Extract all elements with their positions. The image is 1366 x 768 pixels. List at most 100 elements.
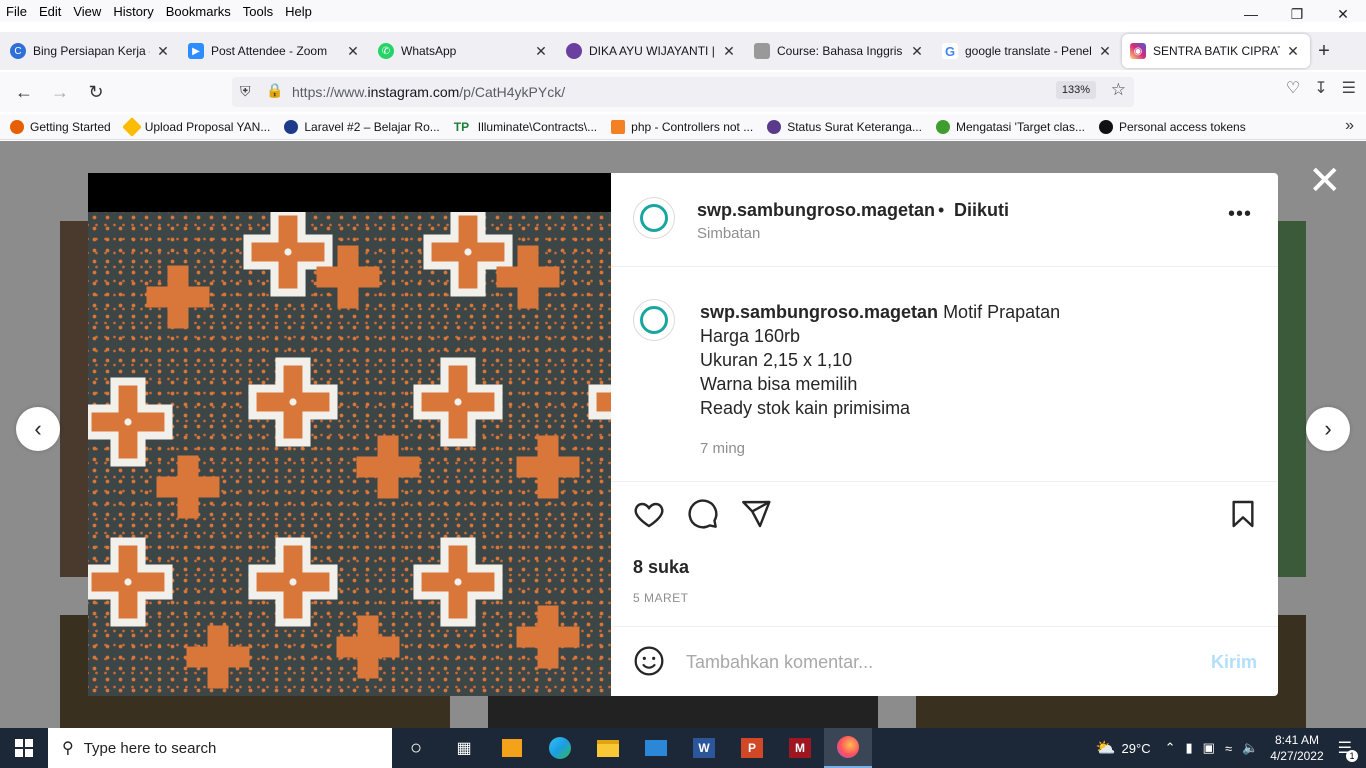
more-options-icon[interactable]: ••• — [1228, 203, 1252, 226]
menu-edit[interactable]: Edit — [33, 4, 67, 19]
post-photo[interactable] — [88, 173, 611, 696]
emoji-icon[interactable] — [633, 645, 665, 677]
divider — [611, 481, 1278, 482]
firefox-taskbar-icon[interactable] — [824, 728, 872, 768]
menu-tools[interactable]: Tools — [237, 4, 279, 19]
volume-icon[interactable]: 🔈 — [1242, 740, 1258, 756]
task-view-icon[interactable]: ▦ — [440, 728, 488, 768]
post-location[interactable]: Simbatan — [697, 225, 760, 242]
hamburger-menu-icon[interactable]: ☰ — [1342, 78, 1356, 98]
bookmarks-overflow-icon[interactable]: » — [1345, 117, 1354, 135]
like-heart-icon[interactable] — [633, 498, 665, 530]
next-post-button[interactable]: › — [1306, 407, 1350, 451]
meet-now-icon[interactable]: ▣ — [1203, 740, 1215, 756]
bookmark-status-surat[interactable]: Status Surat Keteranga... — [767, 119, 922, 134]
bookmark-star-icon[interactable]: ☆ — [1111, 80, 1126, 100]
close-window-icon[interactable]: ✕ — [1320, 0, 1366, 28]
close-tab-icon[interactable]: ✕ — [1096, 43, 1114, 60]
caption-line: Harga 160rb — [700, 326, 801, 346]
search-placeholder: Type here to search — [83, 739, 217, 757]
windows-start-icon[interactable] — [0, 728, 48, 768]
close-tab-icon[interactable]: ✕ — [720, 43, 738, 60]
bookmark-personal-tokens[interactable]: Personal access tokens — [1099, 119, 1246, 134]
leaf-icon — [935, 119, 950, 134]
batik-cross-motif — [248, 357, 338, 447]
send-comment-button[interactable]: Kirim — [1211, 652, 1257, 673]
close-tab-icon[interactable]: ✕ — [344, 43, 362, 60]
shield-icon[interactable]: ⛨ — [240, 83, 251, 100]
bookmark-upload-proposal[interactable]: Upload Proposal YAN... — [121, 116, 270, 137]
url-text[interactable]: https://www.instagram.com/p/CatH4ykPYck/ — [292, 84, 565, 100]
forward-icon[interactable]: → — [42, 76, 78, 108]
minimize-icon[interactable]: — — [1228, 0, 1274, 28]
close-tab-icon[interactable]: ✕ — [154, 43, 172, 60]
close-tab-icon[interactable]: ✕ — [908, 43, 926, 60]
save-bookmark-icon[interactable] — [1227, 498, 1259, 530]
avatar[interactable] — [633, 197, 675, 239]
github-icon — [1099, 119, 1113, 134]
close-dialog-icon[interactable]: ✕ — [1308, 161, 1342, 201]
menu-file[interactable]: File — [0, 4, 33, 19]
cortana-icon[interactable]: ○ — [392, 728, 440, 768]
store-icon[interactable] — [488, 728, 536, 768]
like-count[interactable]: 8 suka — [633, 557, 689, 578]
mendeley-icon[interactable]: M — [776, 728, 824, 768]
weather-icon[interactable]: ⛅ — [1096, 738, 1116, 758]
url-bar[interactable]: ⛨ 🔒 https://www.instagram.com/p/CatH4ykP… — [232, 77, 1134, 107]
file-explorer-icon[interactable] — [584, 728, 632, 768]
notification-icon[interactable]: ☰ 1 — [1338, 738, 1358, 762]
tab-course[interactable]: Course: Bahasa Inggris Pe ✕ — [746, 33, 934, 69]
post-time-ago[interactable]: 7 ming — [700, 440, 745, 457]
zoom-level[interactable]: 133% — [1055, 81, 1096, 99]
edge-icon[interactable] — [536, 728, 584, 768]
stackoverflow-icon — [611, 119, 626, 134]
temperature[interactable]: 29°C — [1122, 741, 1151, 756]
tab-dika[interactable]: DIKA AYU WIJAYANTI | Sp ✕ — [558, 33, 746, 69]
comment-input[interactable]: Tambahkan komentar... — [686, 652, 873, 673]
tab-google[interactable]: G google translate - Penelu ✕ — [934, 33, 1122, 69]
comment-icon[interactable] — [687, 498, 719, 530]
caption-username[interactable]: swp.sambungroso.magetan — [700, 302, 938, 322]
word-icon[interactable]: W — [680, 728, 728, 768]
close-tab-icon[interactable]: ✕ — [532, 43, 550, 60]
bookmark-mengatasi[interactable]: Mengatasi 'Target clas... — [935, 119, 1085, 134]
post-username[interactable]: swp.sambungroso.magetan — [697, 200, 935, 221]
menu-help[interactable]: Help — [279, 4, 318, 19]
tab-instagram[interactable]: ◉ SENTRA BATIK CIPRAT ✕ — [1122, 34, 1310, 68]
lock-icon[interactable]: 🔒 — [266, 82, 283, 99]
tab-zoom[interactable]: ▶ Post Attendee - Zoom ✕ — [180, 33, 370, 69]
previous-post-button[interactable]: ‹ — [16, 407, 60, 451]
taskbar-search[interactable]: ⚲ Type here to search — [48, 728, 392, 768]
chevron-up-icon[interactable]: ⌃ — [1165, 740, 1176, 756]
menu-bar: File Edit View History Bookmarks Tools H… — [0, 0, 1366, 22]
reload-icon[interactable]: ↻ — [78, 76, 114, 108]
bookmark-php[interactable]: php - Controllers not ... — [611, 119, 753, 134]
restore-icon[interactable]: ❐ — [1274, 0, 1320, 28]
close-tab-icon[interactable]: ✕ — [1284, 43, 1302, 60]
laravel-icon — [284, 119, 299, 134]
pocket-icon[interactable]: ♡ — [1286, 78, 1300, 98]
tab-whatsapp[interactable]: ✆ WhatsApp ✕ — [370, 33, 558, 69]
whatsapp-icon: ✆ — [378, 43, 394, 59]
battery-icon[interactable]: ▮ — [1185, 740, 1192, 756]
back-icon[interactable]: ← — [6, 76, 42, 108]
tab-bing[interactable]: C Bing Persiapan Kerja - Pré ✕ — [2, 33, 180, 69]
bookmark-illuminate[interactable]: TP Illuminate\Contracts\... — [454, 120, 597, 134]
menu-bookmarks[interactable]: Bookmarks — [160, 4, 237, 19]
bookmark-laravel[interactable]: Laravel #2 – Belajar Ro... — [284, 119, 440, 134]
menu-history[interactable]: History — [107, 4, 159, 19]
mail-icon[interactable] — [632, 728, 680, 768]
follow-status-button[interactable]: Diikuti — [954, 200, 1009, 221]
powerpoint-icon[interactable]: P — [728, 728, 776, 768]
clock-date: 4/27/2022 — [1270, 749, 1324, 763]
menu-view[interactable]: View — [67, 4, 107, 19]
clock[interactable]: 8:41 AM 4/27/2022 — [1270, 732, 1323, 764]
wifi-icon[interactable]: ≈ — [1225, 741, 1232, 756]
download-icon[interactable]: ↧ — [1314, 78, 1327, 98]
divider — [611, 626, 1278, 627]
bookmark-getting-started[interactable]: Getting Started — [10, 119, 111, 134]
new-tab-icon[interactable]: + — [1310, 40, 1338, 63]
batik-cross-motif — [413, 537, 503, 627]
share-paper-plane-icon[interactable] — [740, 498, 772, 530]
caption-avatar[interactable] — [633, 299, 675, 341]
